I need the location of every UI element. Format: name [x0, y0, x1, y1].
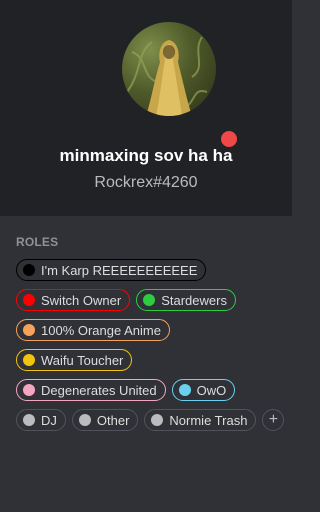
role-color-dot: [151, 414, 164, 426]
role-pill[interactable]: Waifu Toucher: [16, 349, 133, 371]
role-name: Degenerates United: [41, 382, 157, 398]
avatar-container[interactable]: [122, 22, 240, 150]
role-color-dot: [143, 294, 156, 306]
role-name: I'm Karp REEEEEEEEEEE: [41, 262, 198, 278]
role-color-dot: [23, 354, 35, 366]
role-pill[interactable]: Switch Owner: [16, 289, 131, 311]
role-pill[interactable]: I'm Karp REEEEEEEEEEE: [16, 259, 207, 281]
role-color-dot: [23, 414, 35, 426]
role-pill[interactable]: Stardewers: [136, 289, 236, 311]
role-color-dot: [78, 414, 91, 426]
role-color-dot: [23, 264, 35, 276]
plus-icon: +: [268, 411, 279, 428]
role-color-dot: [23, 384, 35, 396]
role-name: 100% Orange Anime: [41, 322, 161, 338]
add-role-button[interactable]: +: [262, 409, 285, 431]
roles-title: ROLES: [16, 235, 59, 249]
role-name: OwO: [196, 382, 227, 398]
role-pill[interactable]: OwO: [171, 379, 236, 401]
roles-list: I'm Karp REEEEEEEEEEE Switch Owner Stardew…: [16, 259, 286, 431]
role-name: Normie Trash: [169, 412, 248, 428]
role-color-dot: [178, 384, 191, 396]
role-pill[interactable]: Normie Trash: [144, 409, 257, 431]
avatar-image: [126, 36, 208, 116]
role-name: Waifu Toucher: [41, 352, 124, 368]
role-name: Switch Owner: [41, 292, 122, 308]
user-tag: Rockrex#4260: [94, 174, 198, 191]
role-pill[interactable]: Other: [71, 409, 139, 431]
role-name: Stardewers: [161, 292, 227, 308]
role-pill[interactable]: Degenerates United: [16, 379, 166, 401]
role-color-dot: [23, 294, 35, 306]
role-pill[interactable]: 100% Orange Anime: [16, 319, 170, 341]
roles-section: ROLES I'm Karp REEEEEEEEEEE Switch Owner S…: [16, 235, 286, 431]
role-color-dot: [23, 324, 35, 336]
role-name: Other: [96, 412, 130, 428]
avatar[interactable]: [122, 22, 216, 116]
profile-header: minmaxing sov ha ha Rockrex#4260: [0, 0, 292, 216]
username: minmaxing sov ha ha: [59, 146, 233, 165]
role-name: DJ: [41, 412, 57, 428]
role-pill[interactable]: DJ: [16, 409, 66, 431]
